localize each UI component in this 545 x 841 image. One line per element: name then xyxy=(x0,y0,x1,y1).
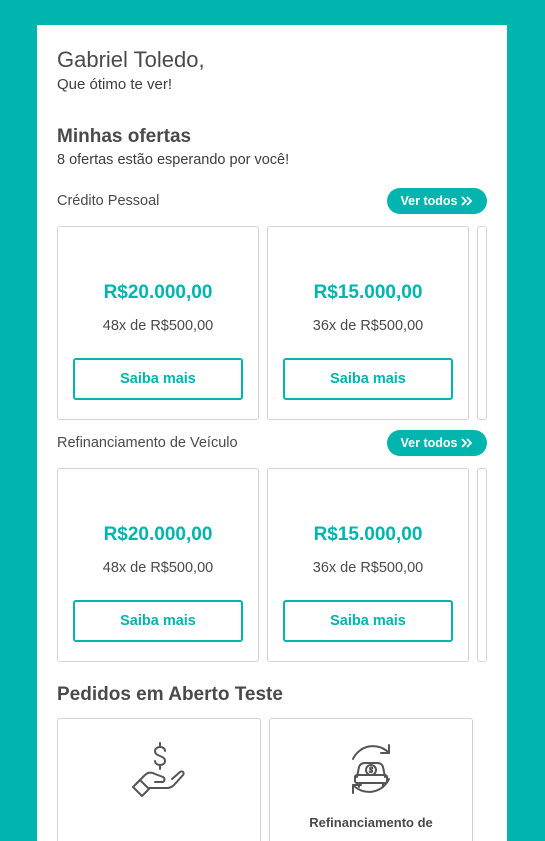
offer-amount: R$20.000,00 xyxy=(103,524,213,545)
offer-card: R$20.000,00 48x de R$500,00 Saiba mais xyxy=(57,468,259,662)
offer-group-header-personal-credit: Crédito Pessoal Ver todos xyxy=(57,188,487,214)
greeting-subtitle: Que ótimo te ver! xyxy=(57,76,173,93)
open-orders-title: Pedidos em Aberto Teste xyxy=(57,684,283,705)
offer-group-label: Crédito Pessoal xyxy=(57,193,160,209)
car-refinance-icon xyxy=(352,744,390,794)
offer-terms: 36x de R$500,00 xyxy=(312,318,424,334)
offer-terms: 48x de R$500,00 xyxy=(102,560,214,576)
learn-more-button[interactable]: Saiba mais xyxy=(73,358,243,400)
learn-more-button[interactable]: Saiba mais xyxy=(73,600,243,642)
order-card[interactable]: Refinanciamento de xyxy=(269,718,473,841)
offer-group-header-vehicle-refinance: Refinanciamento de Veículo Ver todos xyxy=(57,430,487,456)
offer-card: R$20.000,00 48x de R$500,00 Saiba mais xyxy=(57,226,259,420)
order-label: Refinanciamento de xyxy=(309,815,433,830)
offer-group-label: Refinanciamento de Veículo xyxy=(57,435,238,451)
offer-terms: 36x de R$500,00 xyxy=(312,560,424,576)
offer-cards-personal-credit: R$20.000,00 48x de R$500,00 Saiba mais R… xyxy=(57,226,487,420)
offer-amount: R$20.000,00 xyxy=(103,282,213,303)
greeting-name: Gabriel Toledo, xyxy=(57,47,205,72)
offer-card-peek[interactable] xyxy=(477,468,487,662)
order-card[interactable] xyxy=(57,718,261,841)
hand-dollar-icon xyxy=(132,742,185,797)
see-all-button[interactable]: Ver todos xyxy=(387,430,487,456)
offers-subtitle: 8 ofertas estão esperando por você! xyxy=(57,152,290,168)
learn-more-button[interactable]: Saiba mais xyxy=(283,600,453,642)
offer-card-peek[interactable] xyxy=(477,226,487,420)
double-chevron-right-icon xyxy=(461,438,473,448)
offer-amount: R$15.000,00 xyxy=(313,282,423,303)
offer-amount: R$15.000,00 xyxy=(313,524,423,545)
offer-cards-vehicle-refinance: R$20.000,00 48x de R$500,00 Saiba mais R… xyxy=(57,468,487,662)
see-all-label: Ver todos xyxy=(400,194,458,208)
see-all-button[interactable]: Ver todos xyxy=(387,188,487,214)
double-chevron-right-icon xyxy=(461,196,473,206)
offer-card: R$15.000,00 36x de R$500,00 Saiba mais xyxy=(267,468,469,662)
main-panel: Gabriel Toledo, Que ótimo te ver! Minhas… xyxy=(37,25,507,841)
offer-terms: 48x de R$500,00 xyxy=(102,318,214,334)
learn-more-button[interactable]: Saiba mais xyxy=(283,358,453,400)
open-orders-list: Refinanciamento de xyxy=(57,718,487,841)
offers-title: Minhas ofertas xyxy=(57,126,192,147)
offer-card: R$15.000,00 36x de R$500,00 Saiba mais xyxy=(267,226,469,420)
see-all-label: Ver todos xyxy=(400,436,458,450)
